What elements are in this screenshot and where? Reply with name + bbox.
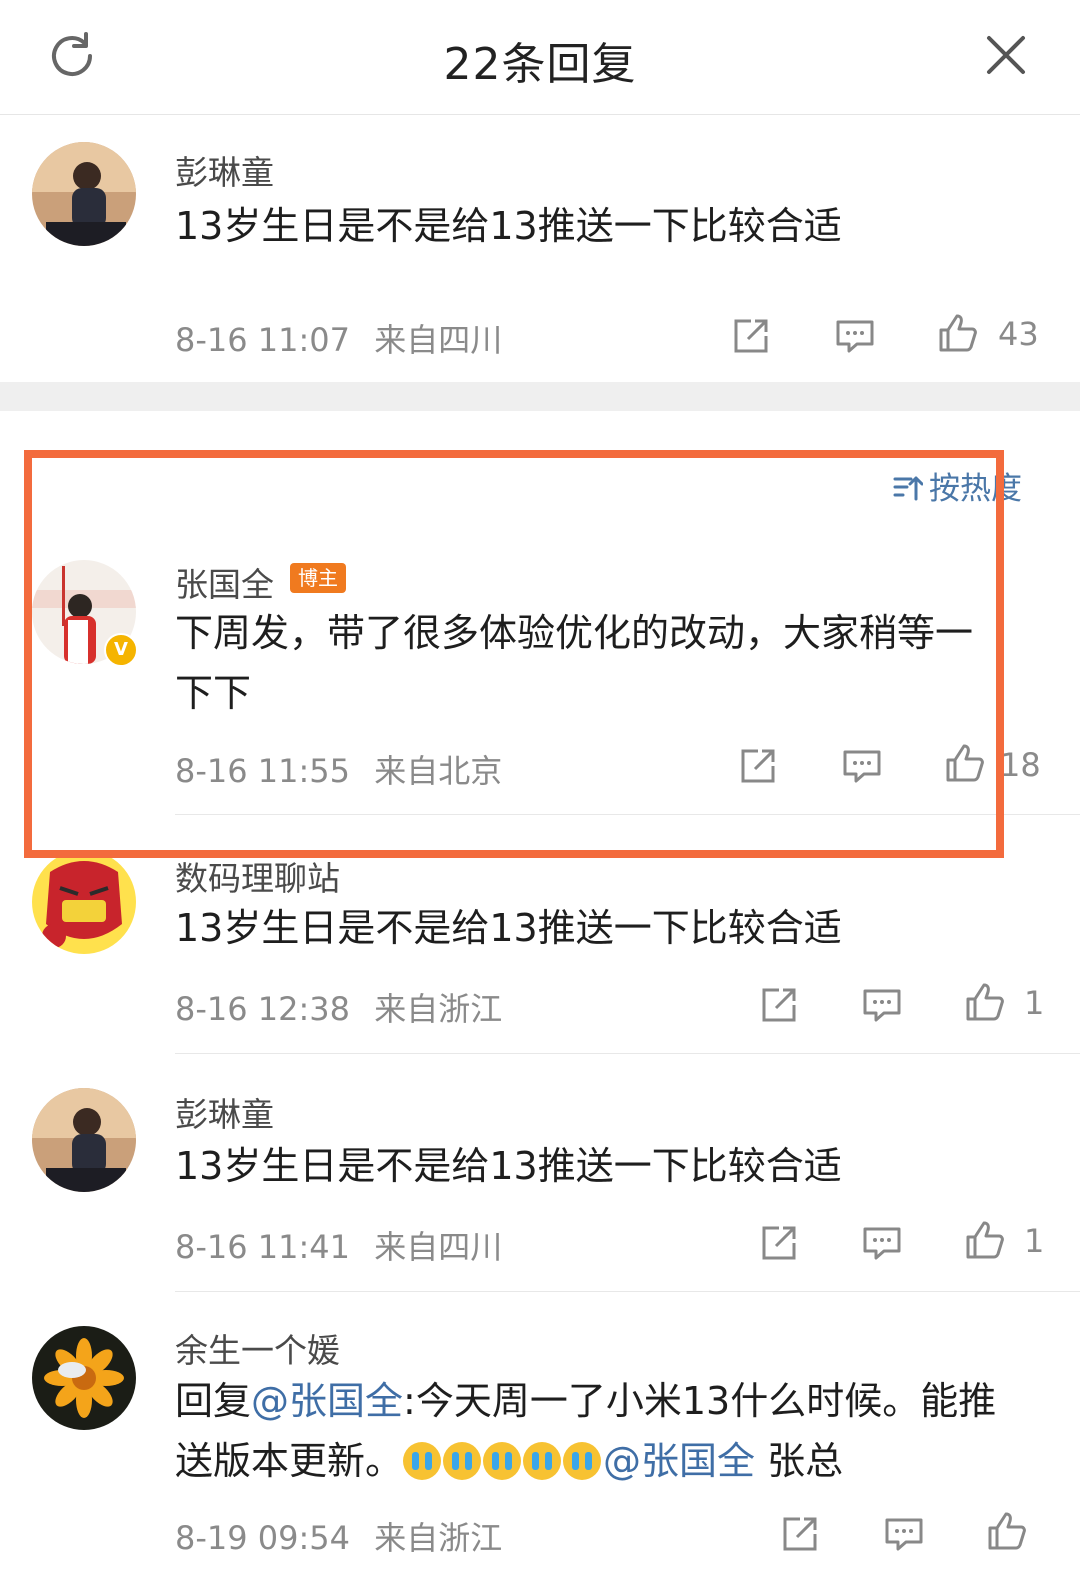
mention-link[interactable]: @张国全 xyxy=(603,1439,755,1483)
comment-meta: 8-16 11:55 来自北京 xyxy=(175,746,502,792)
reply-text: :今天周一了小米13什么时候。能推 xyxy=(403,1379,997,1423)
comment-icon[interactable] xyxy=(862,1223,902,1263)
comment-icon[interactable] xyxy=(835,316,875,356)
share-icon[interactable] xyxy=(738,746,778,786)
comment-author[interactable]: 数码理聊站 xyxy=(175,852,340,900)
sort-icon xyxy=(893,476,924,501)
comment-location: 来自四川 xyxy=(374,321,503,359)
share-icon[interactable] xyxy=(759,1223,799,1263)
comment-time: 8-16 11:41 xyxy=(175,1228,351,1266)
divider xyxy=(175,1291,1080,1292)
comment-text: 13岁生日是不是给13推送一下比较合适 xyxy=(175,906,842,950)
comment-time: 8-16 11:55 xyxy=(175,752,351,790)
avatar[interactable] xyxy=(32,1326,136,1430)
crying-emoji-icon xyxy=(443,1442,482,1480)
comment-location: 来自四川 xyxy=(374,1228,503,1266)
comment-meta: 8-16 12:38 来自浙江 xyxy=(175,984,502,1030)
comment-text-line-1: 下周发，带了很多体验优化的改动，大家稍等一 xyxy=(175,611,974,655)
comment-author[interactable]: 彭琳童 xyxy=(175,146,274,194)
comment-icon[interactable] xyxy=(884,1514,924,1554)
comment-text: 13岁生日是不是给13推送一下比较合适 xyxy=(175,204,842,248)
divider xyxy=(175,1053,1080,1054)
like-count: 1 xyxy=(1024,1222,1045,1260)
share-icon[interactable] xyxy=(731,316,771,356)
comment-text: 13岁生日是不是给13推送一下比较合适 xyxy=(175,1144,842,1188)
blogger-badge: 博主 xyxy=(290,563,346,593)
comment-meta: 8-19 09:54 来自浙江 xyxy=(175,1513,502,1559)
reply-text: 送版本更新。 xyxy=(175,1439,404,1483)
comment-location: 来自浙江 xyxy=(374,990,503,1028)
comment-text-line-1: 回复@张国全:今天周一了小米13什么时候。能推 xyxy=(175,1372,996,1430)
avatar[interactable] xyxy=(32,142,136,246)
crying-emoji-icon xyxy=(403,1442,442,1480)
sort-by-hot-button[interactable]: 按热度 xyxy=(893,463,1022,508)
section-divider xyxy=(0,382,1080,411)
crying-emoji-group xyxy=(403,1438,603,1496)
comment-text-line-2: 送版本更新。 @张国全 张总 xyxy=(175,1432,843,1496)
close-icon[interactable] xyxy=(983,32,1029,78)
sort-label: 按热度 xyxy=(929,471,1022,507)
reply-prefix: 回复 xyxy=(175,1379,252,1423)
like-icon[interactable] xyxy=(987,1511,1027,1551)
crying-emoji-icon xyxy=(483,1442,522,1480)
like-icon[interactable] xyxy=(965,982,1005,1022)
crying-emoji-icon xyxy=(523,1442,562,1480)
share-icon[interactable] xyxy=(780,1514,820,1554)
avatar[interactable] xyxy=(32,1088,136,1192)
header-bar: 22条回复 xyxy=(0,0,1080,115)
comment-location: 来自浙江 xyxy=(374,1519,503,1557)
like-count: 1 xyxy=(1024,984,1045,1022)
comment-icon[interactable] xyxy=(862,985,902,1025)
page-title: 22条回复 xyxy=(443,39,637,90)
reply-text: 张总 xyxy=(755,1439,844,1483)
divider xyxy=(175,814,1080,815)
comment-time: 8-16 12:38 xyxy=(175,990,351,1028)
avatar[interactable] xyxy=(32,850,136,954)
comment-author[interactable]: 彭琳童 xyxy=(175,1088,274,1136)
comment-meta: 8-16 11:07 来自四川 xyxy=(175,315,502,361)
share-icon[interactable] xyxy=(759,985,799,1025)
comment-time: 8-16 11:07 xyxy=(175,321,351,359)
like-count: 18 xyxy=(1000,746,1041,784)
comment-icon[interactable] xyxy=(842,746,882,786)
comment-text-line-2: 下下 xyxy=(175,671,252,715)
comment-author[interactable]: 张国全 xyxy=(175,558,274,606)
like-icon[interactable] xyxy=(965,1220,1005,1260)
comment-time: 8-19 09:54 xyxy=(175,1519,351,1557)
comment-location: 来自北京 xyxy=(374,752,503,790)
like-icon[interactable] xyxy=(945,743,985,783)
comment-meta: 8-16 11:41 来自四川 xyxy=(175,1222,502,1268)
crying-emoji-icon xyxy=(563,1442,602,1480)
comment-author[interactable]: 余生一个媛 xyxy=(175,1324,340,1372)
mention-link[interactable]: @张国全 xyxy=(251,1379,403,1423)
verified-badge-icon: V xyxy=(104,633,138,667)
like-count: 43 xyxy=(998,315,1039,353)
like-icon[interactable] xyxy=(938,313,978,353)
